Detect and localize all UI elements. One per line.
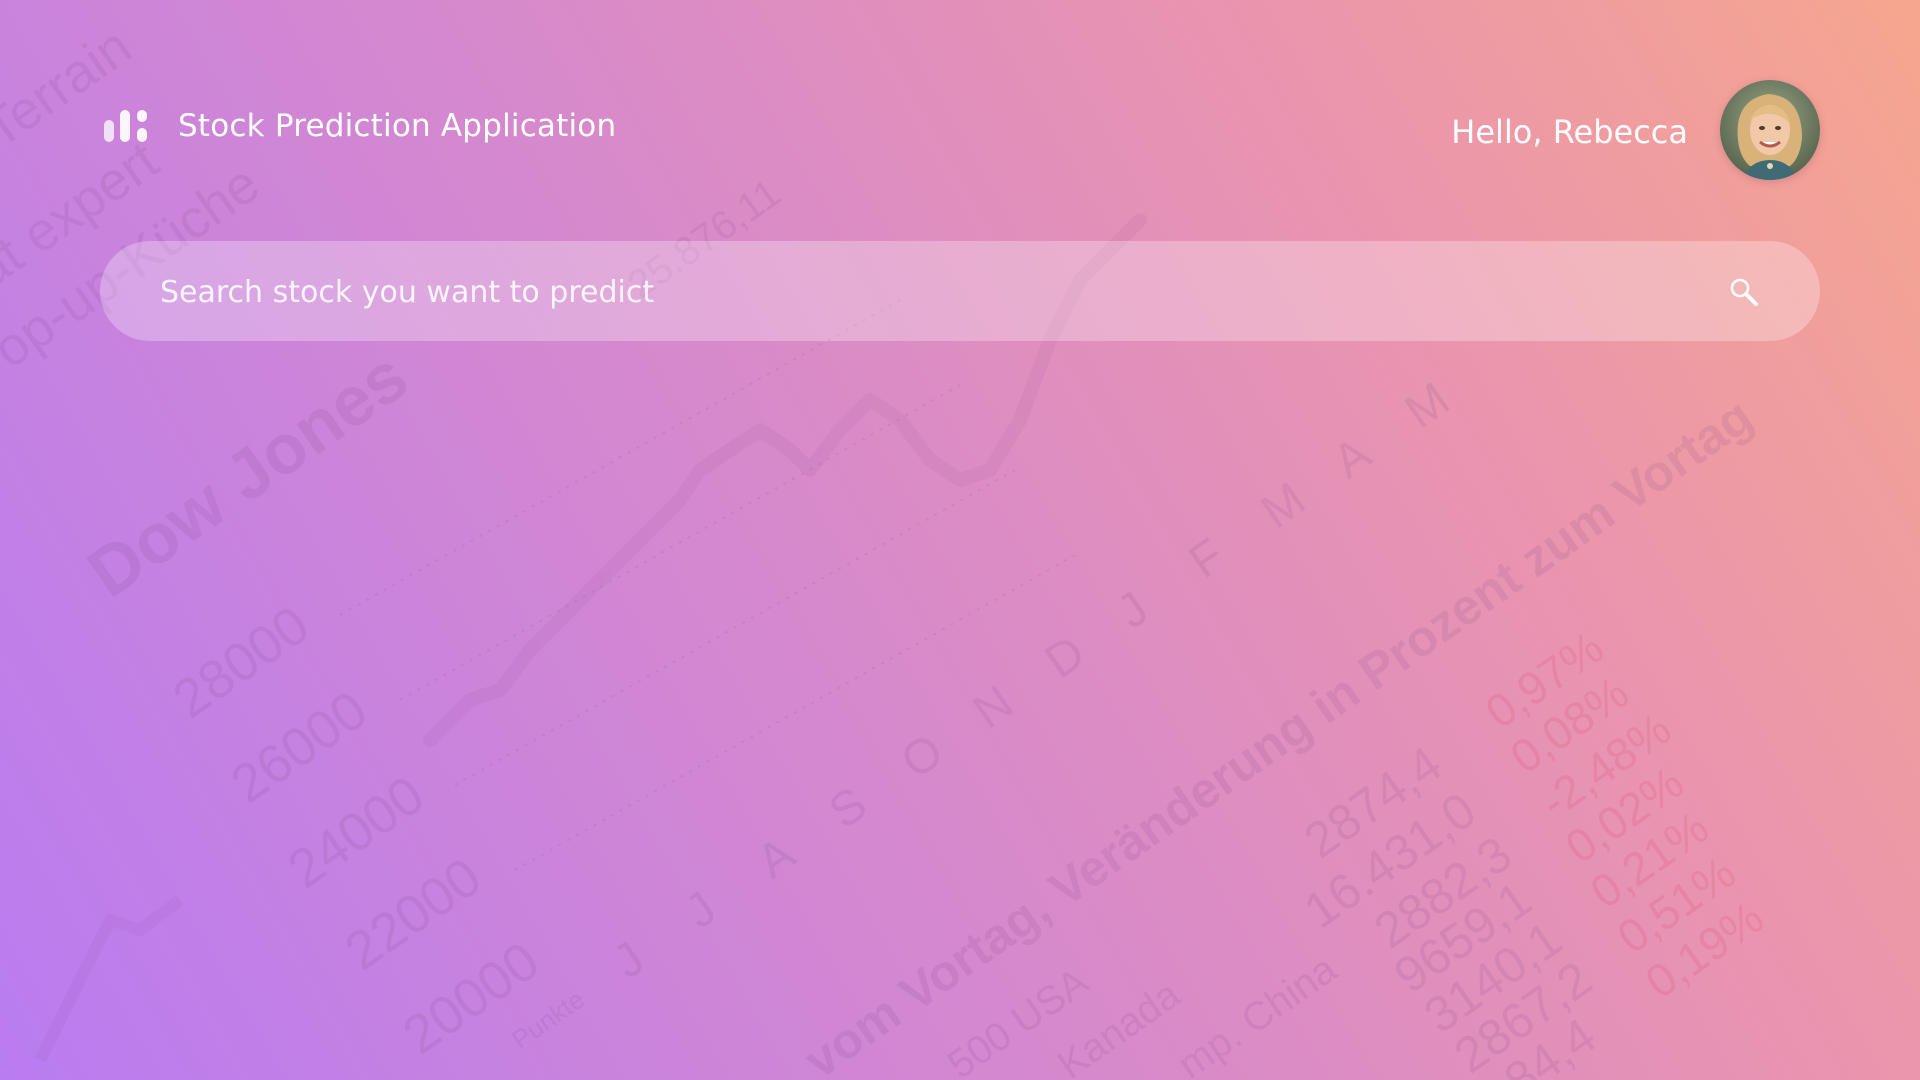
bg-gridline (399, 384, 961, 701)
bg-month: F (1180, 529, 1234, 589)
bg-fragment: Punkte (506, 984, 590, 1055)
bg-month: S (820, 777, 877, 839)
logo-bar (137, 128, 147, 142)
bg-caption: vom Vortag, Veränderung in Prozent zum V… (794, 388, 1762, 1080)
background-stock-newspaper: Terrain at expert op-up-Küche 25.876,11 … (0, 16, 1773, 1080)
user-avatar[interactable] (1720, 80, 1820, 180)
bg-value: 3140,1 (1414, 910, 1571, 1044)
bg-change: 0,08% (1501, 666, 1638, 783)
bg-gridline (339, 299, 901, 616)
bg-month: N (964, 676, 1023, 739)
bg-change: 0,02% (1556, 756, 1693, 873)
bg-month: A (1324, 427, 1381, 489)
bg-country: Kanada (1050, 972, 1189, 1080)
bg-gridline (454, 469, 1016, 786)
search-input[interactable] (158, 241, 1662, 343)
bg-chart-line (34, 895, 184, 1063)
bg-month: D (1036, 626, 1095, 689)
logo-bar (104, 120, 114, 142)
search-bar (100, 241, 1820, 343)
bg-change: 0,97% (1476, 621, 1613, 738)
bg-headline: Dow Jones (74, 336, 421, 612)
bg-value: 84,4 (1494, 1007, 1606, 1080)
bg-month: J (1108, 582, 1158, 639)
logo-bar (137, 110, 147, 122)
bg-y-tick: 24000 (277, 765, 434, 900)
bg-value: 16.431,0 (1294, 781, 1486, 939)
search-icon[interactable] (1728, 276, 1760, 308)
bg-change: 0,21% (1581, 801, 1718, 918)
bar-chart-logo-icon (104, 106, 150, 146)
bg-month: O (892, 724, 953, 789)
bg-change: 0,19% (1636, 891, 1773, 1008)
bg-month: A (748, 827, 805, 889)
bg-value: 2867,2 (1444, 950, 1601, 1080)
bg-y-tick: 20000 (392, 931, 549, 1066)
logo-bar (120, 110, 130, 142)
bg-y-tick: 22000 (334, 847, 491, 982)
bg-month: J (676, 882, 726, 939)
bg-value: 2874,4 (1294, 735, 1451, 869)
bg-month: M (1396, 373, 1459, 439)
bg-y-tick: 28000 (162, 595, 319, 730)
bg-change: 0,51% (1608, 846, 1745, 963)
bg-month: J (604, 932, 654, 989)
bg-value: 9659,1 (1384, 870, 1541, 1004)
bg-month: M (1252, 473, 1315, 539)
bg-value: 2882,3 (1364, 825, 1521, 959)
avatar-image (1720, 80, 1820, 180)
bg-country: 500 USA (940, 959, 1097, 1080)
app-title: Stock Prediction Application (178, 108, 617, 144)
user-greeting: Hello, Rebecca (1451, 113, 1688, 151)
bg-country: mp. China (1170, 946, 1345, 1080)
bg-y-tick: 26000 (220, 680, 377, 815)
app-screen: Terrain at expert op-up-Küche 25.876,11 … (0, 0, 1920, 1080)
bg-gridline (514, 554, 1076, 871)
bg-change: -2,48% (1531, 702, 1680, 828)
